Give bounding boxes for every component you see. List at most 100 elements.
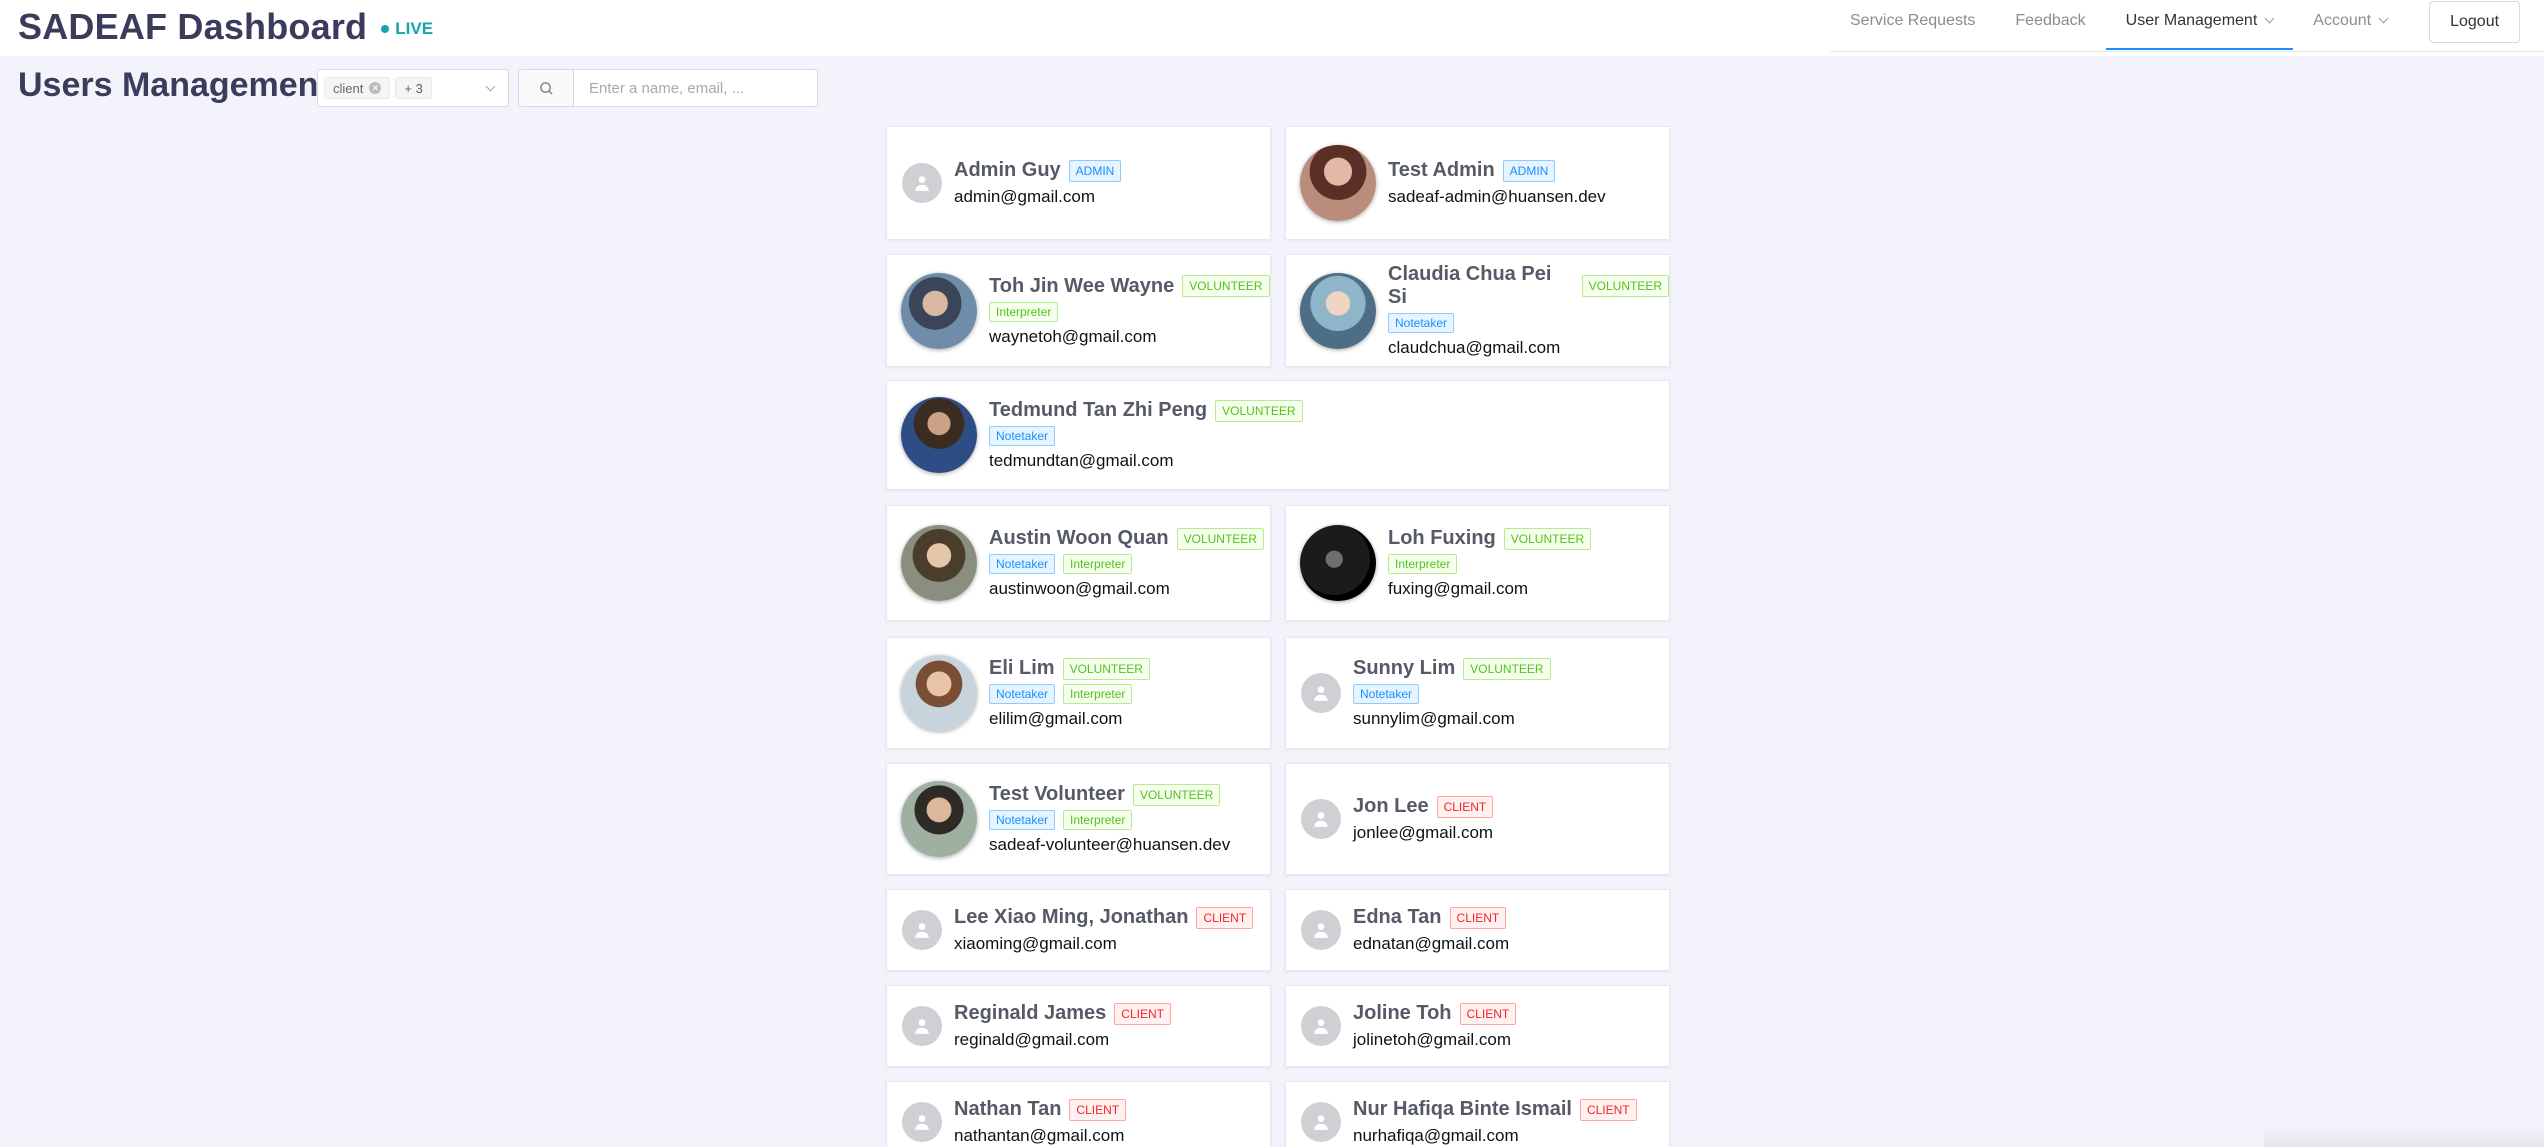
user-card-body: Test Admin ADMIN sadeaf-admin@huansen.dev <box>1388 159 1606 207</box>
chevron-down-icon <box>2264 13 2275 24</box>
user-name: Reginald James <box>954 1002 1107 1024</box>
name-row: Toh Jin Wee Wayne VOLUNTEER <box>989 275 1270 298</box>
corner-shadow <box>2264 1127 2544 1147</box>
skill-tags: Notetaker <box>1388 313 1669 333</box>
user-email: jonlee@gmail.com <box>1353 823 1494 842</box>
user-icon <box>1301 1006 1341 1046</box>
role-badge: CLIENT <box>1196 906 1254 929</box>
user-email: austinwoon@gmail.com <box>989 579 1170 598</box>
avatar <box>901 655 977 731</box>
user-email: sadeaf-admin@huansen.dev <box>1388 187 1606 206</box>
user-email: admin@gmail.com <box>954 187 1096 206</box>
user-name: Loh Fuxing <box>1388 527 1496 549</box>
name-row: Lee Xiao Ming, Jonathan CLIENT <box>954 906 1254 929</box>
search-button[interactable] <box>518 69 574 107</box>
user-icon <box>1301 799 1341 839</box>
user-card-body: Toh Jin Wee Wayne VOLUNTEER Interpreter way… <box>989 275 1270 347</box>
user-card[interactable]: Nur Hafiqa Binte Ismail CLIENT nurhafiqa@g… <box>1285 1081 1670 1147</box>
role-badge: VOLUNTEER <box>1215 399 1303 422</box>
user-card[interactable]: Jon Lee CLIENT jonlee@gmail.com <box>1285 763 1670 875</box>
user-card-body: Admin Guy ADMIN admin@gmail.com <box>954 159 1122 207</box>
user-email: nurhafiqa@gmail.com <box>1353 1126 1519 1145</box>
role-badge: VOLUNTEER <box>1503 527 1592 550</box>
user-name: Admin Guy <box>954 159 1061 181</box>
chevron-down-icon <box>485 81 496 92</box>
user-card-body: Loh Fuxing VOLUNTEER Interpreter fuxing@gma… <box>1388 527 1592 599</box>
role-badge: CLIENT <box>1114 1002 1171 1025</box>
user-card[interactable]: Loh Fuxing VOLUNTEER Interpreter fuxing@gma… <box>1285 505 1670 621</box>
user-card[interactable]: Toh Jin Wee Wayne VOLUNTEER Interpreter way… <box>886 254 1271 367</box>
user-name: Claudia Chua Pei Si <box>1388 263 1552 308</box>
logout-button[interactable]: Logout <box>2429 1 2521 43</box>
user-card[interactable]: Lee Xiao Ming, Jonathan CLIENT xiaoming@gm… <box>886 889 1271 971</box>
role-badge: VOLUNTEER <box>1132 783 1221 806</box>
name-row: Test Volunteer VOLUNTEER <box>989 783 1230 806</box>
user-card[interactable]: Tedmund Tan Zhi Peng VOLUNTEER Notetaker te… <box>886 380 1670 490</box>
skill-tags: Notetaker <box>989 426 1303 446</box>
user-email: elilim@gmail.com <box>989 709 1123 728</box>
user-card[interactable]: Nathan Tan CLIENT nathantan@gmail.com <box>886 1081 1271 1147</box>
nav-feedback[interactable]: Feedback <box>1995 0 2105 50</box>
live-dot-icon <box>381 25 390 33</box>
role-badge: CLIENT <box>1459 1002 1517 1025</box>
search-input[interactable] <box>573 69 818 107</box>
name-row: Admin Guy ADMIN <box>954 159 1122 182</box>
user-icon <box>902 1006 942 1046</box>
user-icon <box>1301 673 1341 713</box>
user-card[interactable]: Austin Woon Quan VOLUNTEER Notetaker Interp… <box>886 505 1271 621</box>
user-card[interactable]: Test Volunteer VOLUNTEER Notetaker Interpre… <box>886 763 1271 875</box>
chevron-down-icon <box>2378 13 2389 24</box>
skill-tag-notetaker: Notetaker <box>989 426 1056 446</box>
role-badge: CLIENT <box>1436 795 1494 818</box>
skill-tag-interpreter: Interpreter <box>1063 810 1133 830</box>
user-card[interactable]: Eli Lim VOLUNTEER Notetaker Interpreter elil… <box>886 637 1271 749</box>
filter-more-tag: + 3 <box>395 77 432 99</box>
user-card[interactable]: Claudia Chua Pei Si VOLUNTEER Notetaker cla… <box>1285 254 1670 367</box>
user-email: nathantan@gmail.com <box>954 1126 1125 1145</box>
user-icon <box>902 910 942 950</box>
avatar <box>1300 525 1376 601</box>
user-card[interactable]: Sunny Lim VOLUNTEER Notetaker sunnylim@gmai… <box>1285 637 1670 749</box>
skill-tags: Notetaker Interpreter <box>989 554 1264 574</box>
name-row: Reginald James CLIENT <box>954 1002 1171 1025</box>
user-card[interactable]: Test Admin ADMIN sadeaf-admin@huansen.dev <box>1285 126 1670 240</box>
filter-tag-client: client ✕ <box>324 77 391 99</box>
role-filter-select[interactable]: client ✕ + 3 <box>317 69 509 107</box>
name-row: Loh Fuxing VOLUNTEER <box>1388 527 1592 550</box>
nav-user-management[interactable]: User Management <box>2105 0 2294 50</box>
nav-label: Service Requests <box>1850 12 1976 29</box>
user-card[interactable]: Admin Guy ADMIN admin@gmail.com <box>886 126 1271 240</box>
user-card-body: Nathan Tan CLIENT nathantan@gmail.com <box>954 1098 1127 1146</box>
user-email: fuxing@gmail.com <box>1388 579 1529 598</box>
user-email: sadeaf-volunteer@huansen.dev <box>989 835 1231 854</box>
app-title: SADEAF Dashboard <box>18 6 368 47</box>
role-badge: VOLUNTEER <box>1176 527 1264 550</box>
skill-tag-notetaker: Notetaker <box>989 554 1056 574</box>
nav-label: Feedback <box>2015 12 2086 29</box>
user-email: ednatan@gmail.com <box>1353 934 1510 953</box>
user-card[interactable]: Reginald James CLIENT reginald@gmail.com <box>886 985 1271 1067</box>
role-badge: VOLUNTEER <box>1463 657 1551 680</box>
skill-tags: Notetaker <box>1353 684 1551 704</box>
avatar <box>1300 272 1376 349</box>
user-email: reginald@gmail.com <box>954 1030 1110 1049</box>
skill-tags: Interpreter <box>989 301 1270 322</box>
close-icon[interactable]: ✕ <box>369 82 382 94</box>
user-name: Austin Woon Quan <box>989 527 1169 549</box>
user-icon <box>1301 910 1341 950</box>
skill-tag-interpreter: Interpreter <box>1063 554 1133 574</box>
user-card-body: Nur Hafiqa Binte Ismail CLIENT nurhafiqa@g… <box>1353 1098 1637 1146</box>
user-name: Sunny Lim <box>1353 657 1456 679</box>
nav-service-requests[interactable]: Service Requests <box>1830 0 1995 50</box>
user-card[interactable]: Joline Toh CLIENT jolinetoh@gmail.com <box>1285 985 1670 1067</box>
user-name: Test Volunteer <box>989 783 1125 805</box>
user-name: Toh Jin Wee Wayne <box>989 274 1175 297</box>
avatar <box>901 525 977 601</box>
user-card[interactable]: Edna Tan CLIENT ednatan@gmail.com <box>1285 889 1670 971</box>
nav-account[interactable]: Account <box>2293 0 2407 50</box>
filter-tag-label: client <box>333 80 364 96</box>
user-name: Lee Xiao Ming, Jonathan <box>954 906 1189 928</box>
user-name: Joline Toh <box>1353 1002 1452 1024</box>
user-icon <box>1301 1102 1341 1142</box>
name-row: Edna Tan CLIENT <box>1353 906 1509 929</box>
